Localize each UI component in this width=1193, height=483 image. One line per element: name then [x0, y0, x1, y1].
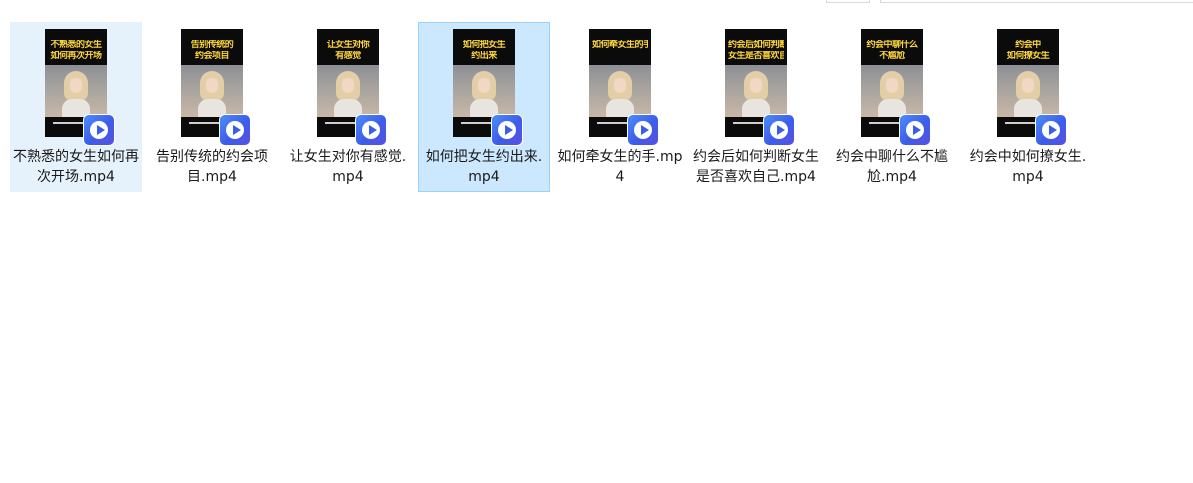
video-thumbnail: 约会后如何判断 女生是否喜欢自己 [725, 29, 794, 145]
video-thumbnail: 如何把女生 约出来 [453, 29, 522, 145]
thumbnail-title-line-1: 如何牵女生的手 [592, 40, 648, 50]
thumbnail-scene [589, 65, 651, 117]
thumbnail-scene [997, 65, 1059, 117]
thumbnail-title-line-2: 有感觉 [335, 51, 361, 61]
thumbnail-title-line-1: 如何把女生 [462, 40, 506, 50]
file-name[interactable]: 让女生对你有感觉.mp4 [283, 147, 413, 187]
file-name[interactable]: 如何牵女生的手.mp4 [555, 147, 685, 187]
video-thumbnail: 告别传统的 约会项目 [181, 29, 250, 145]
thumbnail-title-line-1: 不熟悉的女生 [50, 40, 102, 50]
file-name[interactable]: 不熟悉的女生如何再次开场.mp4 [11, 147, 141, 187]
thumbnail-scene [317, 65, 379, 117]
thumbnail-title-line-1: 约会中聊什么 [866, 40, 918, 50]
thumbnail-title-line-2: 如何撩女生 [1006, 51, 1050, 61]
search-box-edge [880, 0, 1193, 3]
file-item[interactable]: 如何把女生 约出来 如何把女生约出来.mp4 [418, 22, 550, 192]
file-item[interactable]: 不熟悉的女生 如何再次开场 不熟悉的女生如何再次开场.mp4 [10, 22, 142, 192]
file-name[interactable]: 约会中如何撩女生.mp4 [963, 147, 1093, 187]
file-item[interactable]: 告别传统的 约会项目 告别传统的约会项目.mp4 [146, 22, 278, 192]
video-player-icon [764, 115, 794, 145]
thumbnail-title-line-2: 如何再次开场 [50, 51, 102, 61]
video-thumbnail: 不熟悉的女生 如何再次开场 [45, 29, 114, 145]
thumbnail-title-line-1: 让女生对你 [326, 40, 370, 50]
thumbnail-title-line-1: 约会中 [1015, 40, 1041, 50]
thumbnail-scene [181, 65, 243, 117]
video-player-icon [220, 115, 250, 145]
video-thumbnail: 如何牵女生的手 [589, 29, 658, 145]
video-player-icon [628, 115, 658, 145]
file-item[interactable]: 约会后如何判断 女生是否喜欢自己 约会后如何判断女生是否喜欢自己.mp4 [690, 22, 822, 192]
thumbnail-title-line-2: 女生是否喜欢自己 [728, 51, 784, 61]
thumbnail-scene [725, 65, 787, 117]
toolbar-button-edge [826, 0, 870, 3]
file-item[interactable]: 约会中 如何撩女生 约会中如何撩女生.mp4 [962, 22, 1094, 192]
file-name[interactable]: 约会后如何判断女生是否喜欢自己.mp4 [691, 147, 821, 187]
video-thumbnail: 约会中 如何撩女生 [997, 29, 1066, 145]
thumbnail-title-line-1: 约会后如何判断 [728, 40, 784, 50]
file-item[interactable]: 让女生对你 有感觉 让女生对你有感觉.mp4 [282, 22, 414, 192]
thumbnail-title-line-2: 约会项目 [194, 51, 230, 61]
video-player-icon [492, 115, 522, 145]
file-list-pane[interactable]: 不熟悉的女生 如何再次开场 不熟悉的女生如何再次开场.mp4 告别传统的 约会项… [0, 4, 1193, 483]
file-name[interactable]: 如何把女生约出来.mp4 [419, 147, 549, 187]
thumbnail-title-line-2: 不尴尬 [879, 51, 905, 61]
video-player-icon [84, 115, 114, 145]
thumbnail-scene [861, 65, 923, 117]
video-thumbnail: 约会中聊什么 不尴尬 [861, 29, 930, 145]
thumbnail-scene [45, 65, 107, 117]
thumbnail-scene [453, 65, 515, 117]
video-thumbnail: 让女生对你 有感觉 [317, 29, 386, 145]
video-player-icon [356, 115, 386, 145]
file-item[interactable]: 如何牵女生的手 如何牵女生的手.mp4 [554, 22, 686, 192]
thumbnail-title-line-1: 告别传统的 [190, 40, 234, 50]
file-name[interactable]: 约会中聊什么不尴尬.mp4 [827, 147, 957, 187]
file-item[interactable]: 约会中聊什么 不尴尬 约会中聊什么不尴尬.mp4 [826, 22, 958, 192]
video-player-icon [900, 115, 930, 145]
video-player-icon [1036, 115, 1066, 145]
file-name[interactable]: 告别传统的约会项目.mp4 [147, 147, 277, 187]
thumbnail-title-line-2: 约出来 [471, 51, 497, 61]
